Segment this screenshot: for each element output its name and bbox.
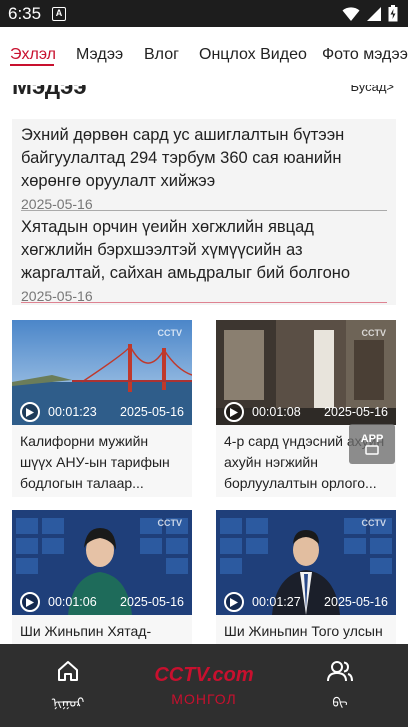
news-title: Эхний дөрвөн сард ус ашиглалтын бүтээн б… <box>21 126 345 190</box>
video-duration: 00:01:08 <box>252 405 301 419</box>
video-card[interactable]: CCTV 00:01:06 2025-05-16 Ши Жиньпин Хята… <box>12 510 192 645</box>
divider <box>21 302 387 303</box>
play-icon[interactable] <box>224 592 244 612</box>
cctv-logo: CCTV.com <box>154 664 254 686</box>
video-date: 2025-05-16 <box>120 595 184 609</box>
play-icon[interactable] <box>224 402 244 422</box>
more-link[interactable]: Бусад> <box>350 85 394 94</box>
active-tab-indicator <box>10 64 54 66</box>
home-icon <box>58 661 78 681</box>
divider <box>21 210 387 211</box>
cctv-badge: CCTV <box>361 518 387 528</box>
app-download-button[interactable]: APP <box>349 424 395 464</box>
video-thumbnail: CCTV 00:01:08 2025-05-16 <box>216 320 396 425</box>
nav-profile-label: ᠪᠢ <box>332 695 348 710</box>
video-title: Ши Жиньпин Хятад- <box>20 623 152 639</box>
play-icon[interactable] <box>20 592 40 612</box>
battery-icon <box>388 5 398 22</box>
status-time: 6:35 <box>8 4 42 23</box>
news-list: Эхний дөрвөн сард ус ашиглалтын бүтээн б… <box>12 119 396 305</box>
video-duration: 00:01:06 <box>48 595 97 609</box>
news-title: Хятадын орчин үеийн хөгжлийн явцад хөгжл… <box>21 218 351 282</box>
tab-home[interactable]: Эхлэл <box>10 46 56 64</box>
wifi-icon <box>342 6 360 21</box>
nav-home-label: ᠨᠢᠭᠤᠷ <box>51 695 85 710</box>
category-tabs: Эхлэл Мэдээ Влог Онцлох Видео Фото мэдээ <box>0 27 408 85</box>
nav-mongol[interactable]: CCTV.com МОНГОЛ <box>154 644 254 727</box>
phone-icon <box>365 445 379 455</box>
section-title: Мэдээ <box>12 85 87 100</box>
status-bar: 6:35 A <box>0 0 408 27</box>
video-meta: 00:01:06 2025-05-16 <box>12 589 192 615</box>
nav-profile[interactable]: ᠪᠢ <box>312 644 368 727</box>
nav-mongol-label: МОНГОЛ <box>171 691 237 707</box>
app-label: APP <box>360 433 384 445</box>
video-duration: 00:01:27 <box>252 595 301 609</box>
video-thumbnail: CCTV 00:01:27 2025-05-16 <box>216 510 396 615</box>
video-card[interactable]: CCTV 00:01:27 2025-05-16 Ши Жиньпин Того… <box>216 510 396 645</box>
system-icons <box>342 5 398 22</box>
cctv-badge: CCTV <box>157 518 183 528</box>
video-date: 2025-05-16 <box>120 405 184 419</box>
cctv-badge: CCTV <box>361 328 387 338</box>
tab-news[interactable]: Мэдээ <box>76 46 123 64</box>
video-meta: 00:01:23 2025-05-16 <box>12 399 192 425</box>
video-title: Калифорни мужийн шүүх АНУ-ын тарифын бод… <box>20 433 170 491</box>
tab-featured-video[interactable]: Онцлох Видео <box>199 46 307 64</box>
list-item[interactable]: Эхний дөрвөн сард ус ашиглалтын бүтээн б… <box>21 124 387 212</box>
video-thumbnail: CCTV 00:01:23 2025-05-16 <box>12 320 192 425</box>
video-date: 2025-05-16 <box>324 595 388 609</box>
nav-home[interactable]: ᠨᠢᠭᠤᠷ <box>40 644 96 727</box>
video-thumbnail: CCTV 00:01:06 2025-05-16 <box>12 510 192 615</box>
notification-icon: A <box>52 7 66 21</box>
play-icon[interactable] <box>20 402 40 422</box>
video-meta: 00:01:08 2025-05-16 <box>216 399 396 425</box>
tab-vlog[interactable]: Влог <box>144 46 179 64</box>
main-content[interactable]: Мэдээ Бусад> Эхний дөрвөн сард ус ашигла… <box>0 85 408 645</box>
video-date: 2025-05-16 <box>324 405 388 419</box>
video-title: Ши Жиньпин Того улсын <box>224 623 383 639</box>
users-icon <box>327 661 353 682</box>
list-item[interactable]: Хятадын орчин үеийн хөгжлийн явцад хөгжл… <box>21 216 387 304</box>
video-meta: 00:01:27 2025-05-16 <box>216 589 396 615</box>
tab-photo-news[interactable]: Фото мэдээ <box>322 46 408 64</box>
cctv-badge: CCTV <box>157 328 183 338</box>
video-card[interactable]: CCTV 00:01:08 2025-05-16 4-р сард үндэсн… <box>216 320 396 497</box>
signal-icon <box>367 6 381 21</box>
video-card[interactable]: CCTV 00:01:23 2025-05-16 Калифорни мужий… <box>12 320 192 497</box>
video-duration: 00:01:23 <box>48 405 97 419</box>
bottom-navigation: ᠨᠢᠭᠤᠷ CCTV.com МОНГОЛ ᠪᠢ <box>0 644 408 727</box>
